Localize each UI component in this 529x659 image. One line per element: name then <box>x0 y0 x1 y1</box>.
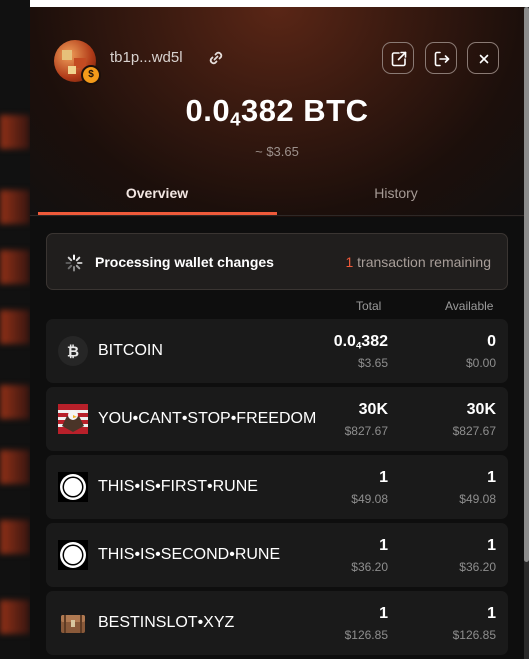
asset-available-usd: $0.00 <box>465 356 496 370</box>
close-button[interactable] <box>467 42 499 74</box>
column-header-total: Total <box>356 299 382 313</box>
asset-name: YOU•CANT•STOP•FREEDOM <box>98 410 317 427</box>
wallet-balance: 0.04382 BTC <box>185 93 369 130</box>
bitcoin-icon: ₿ <box>58 336 88 366</box>
asset-total-usd: $49.08 <box>351 492 388 506</box>
asset-available: 1 <box>487 537 496 554</box>
asset-available-usd: $49.08 <box>459 492 496 506</box>
asset-row-freedom[interactable]: YOU•CANT•STOP•FREEDOM 30K $827.67 30K $8… <box>46 387 508 451</box>
asset-available-usd: $36.20 <box>459 560 496 574</box>
external-link-icon <box>391 51 407 67</box>
asset-total-usd: $827.67 <box>344 424 388 438</box>
tab-overview[interactable]: Overview <box>42 185 272 201</box>
rune-circle-icon <box>58 540 88 570</box>
transactions-remaining: 1 transaction remaining <box>345 254 491 270</box>
logout-button[interactable] <box>425 42 457 74</box>
logout-icon <box>434 51 450 67</box>
spinner-icon <box>65 254 83 272</box>
close-icon <box>479 54 489 64</box>
tab-history[interactable]: History <box>281 185 511 201</box>
status-text: Processing wallet changes <box>95 254 274 270</box>
asset-available-usd: $126.85 <box>452 628 496 642</box>
wallet-balance-usd: ~ $3.65 <box>255 144 299 159</box>
external-link-button[interactable] <box>382 42 414 74</box>
bitcoin-badge-icon: $ <box>81 65 101 85</box>
asset-available: 1 <box>487 469 496 486</box>
asset-available-usd: $827.67 <box>452 424 496 438</box>
asset-total-usd: $126.85 <box>344 628 388 642</box>
treasure-chest-icon <box>61 615 85 633</box>
asset-total-usd: $36.20 <box>351 560 388 574</box>
asset-total: 1 <box>379 605 388 622</box>
eagle-flag-icon <box>58 404 88 434</box>
processing-status-banner: Processing wallet changes 1 transaction … <box>46 233 508 290</box>
asset-name: THIS•IS•SECOND•RUNE <box>98 546 281 563</box>
asset-total: 0.04382 <box>333 333 388 352</box>
svg-text:₿: ₿ <box>67 343 79 361</box>
asset-row-bestinslot[interactable]: BESTINSLOT•XYZ 1 $126.85 1 $126.85 <box>46 591 508 655</box>
wallet-address: tb1p...wd5l <box>110 49 183 66</box>
browser-top-strip <box>0 0 529 7</box>
asset-available: 30K <box>466 401 496 418</box>
asset-available: 0 <box>487 333 496 350</box>
asset-total: 1 <box>379 469 388 486</box>
asset-name: BITCOIN <box>98 342 163 359</box>
rune-circle-icon <box>58 472 88 502</box>
asset-total-usd: $3.65 <box>357 356 388 370</box>
scrollbar[interactable] <box>524 7 529 659</box>
scrollbar-thumb[interactable] <box>524 7 529 562</box>
asset-row-first-rune[interactable]: THIS•IS•FIRST•RUNE 1 $49.08 1 $49.08 <box>46 455 508 519</box>
asset-row-bitcoin[interactable]: ₿ BITCOIN 0.04382 $3.65 0 $0.00 <box>46 319 508 383</box>
asset-name: THIS•IS•FIRST•RUNE <box>98 478 258 495</box>
copy-icon[interactable] <box>206 48 226 68</box>
wallet-panel: $ tb1p...wd5l 0.04382 BTC ~ $3.65 Overvi… <box>30 7 524 659</box>
column-header-available: Available <box>445 299 494 313</box>
asset-name: BESTINSLOT•XYZ <box>98 614 235 631</box>
asset-total: 30K <box>358 401 388 418</box>
asset-total: 1 <box>379 537 388 554</box>
tab-divider <box>30 215 524 216</box>
asset-available: 1 <box>487 605 496 622</box>
asset-row-second-rune[interactable]: THIS•IS•SECOND•RUNE 1 $36.20 1 $36.20 <box>46 523 508 587</box>
background-page <box>0 0 30 659</box>
